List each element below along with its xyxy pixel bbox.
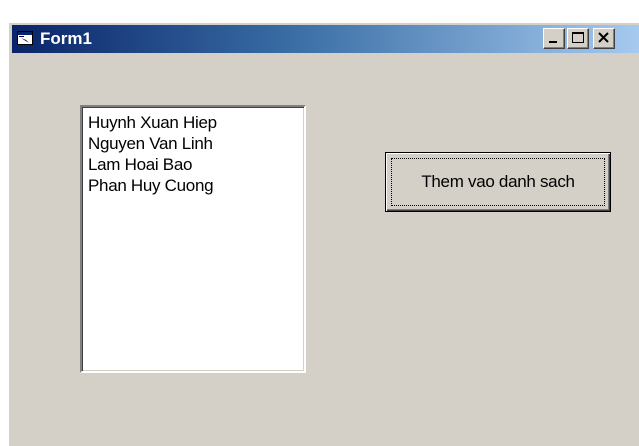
list-item[interactable]: Huynh Xuan Hiep <box>88 112 304 133</box>
list-item[interactable]: Nguyen Van Linh <box>88 133 304 154</box>
add-to-list-button-label: Them vao danh sach <box>391 158 605 206</box>
title-bar[interactable]: Form1 <box>12 25 639 53</box>
maximize-icon <box>572 32 584 43</box>
names-listbox[interactable]: Huynh Xuan Hiep Nguyen Van Linh Lam Hoai… <box>80 105 306 373</box>
minimize-button[interactable] <box>543 28 565 49</box>
list-item[interactable]: Phan Huy Cuong <box>88 175 304 196</box>
window-title: Form1 <box>40 29 92 48</box>
form-window-icon[interactable] <box>17 31 33 45</box>
minimize-icon <box>549 41 557 43</box>
close-button[interactable] <box>593 28 615 49</box>
form-window: Form1 Huynh Xuan Hiep Nguyen Van Linh La… <box>8 22 639 446</box>
add-to-list-button[interactable]: Them vao danh sach <box>385 152 611 212</box>
list-item[interactable]: Lam Hoai Bao <box>88 154 304 175</box>
close-icon <box>598 32 609 43</box>
maximize-button[interactable] <box>567 28 589 49</box>
